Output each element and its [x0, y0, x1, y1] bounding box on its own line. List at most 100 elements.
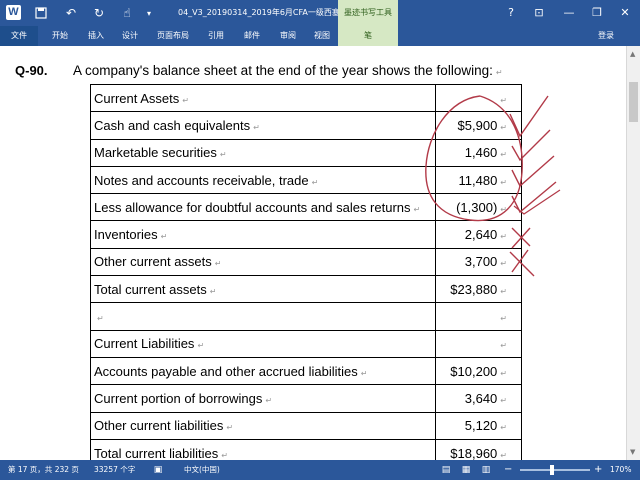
- row-label-text: Cash and cash equivalents: [94, 117, 251, 133]
- row-label-text: Current Assets: [94, 90, 180, 106]
- redo-icon[interactable]: ↻: [90, 4, 108, 22]
- tab-mailings[interactable]: 邮件: [238, 26, 266, 46]
- paragraph-mark: ↵: [209, 286, 217, 296]
- tab-layout[interactable]: 页面布局: [152, 26, 194, 46]
- table-row: Current portion of borrowings ↵ 3,640 ↵: [90, 384, 522, 413]
- proofing-icon[interactable]: ▣: [152, 464, 164, 476]
- read-mode-icon[interactable]: ▤: [440, 464, 452, 476]
- paragraph-mark: ↵: [214, 259, 222, 269]
- minimize-button[interactable]: —: [560, 4, 578, 22]
- row-value-text: (1,300): [456, 199, 498, 215]
- paragraph-mark: ↵: [500, 232, 507, 242]
- row-label-text: Accounts payable and other accrued liabi…: [94, 363, 358, 379]
- row-value-text: $10,200: [450, 363, 498, 379]
- row-value: (1,300) ↵: [435, 193, 522, 222]
- tab-references[interactable]: 引用: [202, 26, 230, 46]
- paragraph-mark: ↵: [182, 95, 189, 105]
- close-button[interactable]: ✕: [616, 4, 634, 22]
- tab-pen[interactable]: 笔: [338, 26, 398, 46]
- table-row: Marketable securities ↵ 1,460 ↵: [90, 138, 522, 167]
- word-count[interactable]: 33257 个字: [94, 460, 135, 480]
- question-text: A company's balance sheet at the end of …: [73, 63, 503, 78]
- tab-insert[interactable]: 插入: [82, 26, 110, 46]
- restore-button[interactable]: ❐: [588, 4, 606, 22]
- sign-in-link[interactable]: 登录: [598, 26, 614, 46]
- zoom-out-button[interactable]: −: [504, 460, 512, 480]
- paragraph-mark: ↵: [253, 122, 260, 132]
- row-label: Current portion of borrowings ↵: [90, 384, 436, 413]
- row-value: ↵: [435, 83, 522, 113]
- ribbon-display-options-button[interactable]: ⊡: [530, 4, 548, 22]
- row-label-text: Total current assets: [94, 281, 207, 297]
- row-label: Marketable securities ↵: [90, 138, 436, 167]
- row-value-text: $18,960: [450, 445, 498, 461]
- paragraph-mark: ↵: [500, 341, 507, 351]
- row-label: Total current assets ↵: [90, 275, 436, 304]
- paragraph-mark: ↵: [500, 150, 507, 160]
- row-value-text: 3,640: [464, 390, 498, 406]
- row-label-text: Inventories: [94, 227, 158, 243]
- tab-file[interactable]: 文件: [0, 26, 38, 46]
- zoom-slider-thumb[interactable]: [549, 465, 554, 475]
- table-row: Cash and cash equivalents ↵ $5,900 ↵: [90, 111, 522, 140]
- row-value-text: 11,480: [458, 172, 498, 188]
- paragraph-mark: ↵: [500, 259, 507, 269]
- scroll-down-icon[interactable]: ▼: [630, 448, 635, 456]
- paragraph-mark: ↵: [495, 68, 503, 77]
- tab-view[interactable]: 视图: [308, 26, 336, 46]
- paragraph-mark: ↵: [500, 314, 507, 324]
- table-row: Total current assets ↵ $23,880 ↵: [90, 275, 522, 304]
- document-area[interactable]: Q-90. A company's balance sheet at the e…: [0, 46, 626, 460]
- help-button[interactable]: ?: [502, 4, 520, 22]
- question-number: Q-90.: [15, 63, 48, 78]
- web-layout-icon[interactable]: ▥: [480, 464, 492, 476]
- scroll-up-icon[interactable]: ▲: [630, 50, 635, 58]
- paragraph-mark: ↵: [311, 177, 319, 187]
- zoom-level[interactable]: 170%: [610, 460, 631, 480]
- paragraph-mark: ↵: [413, 204, 421, 214]
- row-value-text: 3,700: [464, 254, 498, 270]
- title-bar: W ↶ ↻ ☝ ▾ 04_V3_20190314_2019年6月CFA一级西塞视…: [0, 0, 640, 26]
- row-label: Current Assets ↵: [90, 83, 436, 113]
- paragraph-mark: ↵: [500, 177, 507, 187]
- row-value: ↵: [435, 329, 522, 358]
- paragraph-mark: ↵: [500, 423, 507, 433]
- paragraph-mark: ↵: [160, 232, 168, 242]
- paragraph-mark: ↵: [500, 122, 507, 132]
- paragraph-mark: ↵: [197, 341, 205, 351]
- tab-review[interactable]: 审阅: [274, 26, 302, 46]
- table-row: ↵ ↵: [90, 302, 522, 331]
- scrollbar-thumb[interactable]: [629, 82, 638, 122]
- print-layout-icon[interactable]: ▦: [460, 464, 472, 476]
- question-text-content: A company's balance sheet at the end of …: [73, 63, 493, 78]
- customize-toolbar-icon[interactable]: ▾: [140, 4, 158, 22]
- language-indicator[interactable]: 中文(中国): [184, 460, 220, 480]
- table-row: Notes and accounts receivable, trade ↵ 11,…: [90, 165, 522, 195]
- row-label: Other current assets ↵: [90, 247, 436, 277]
- balance-sheet-table: Current Assets ↵ ↵ Cash and cash equivalent…: [90, 83, 522, 461]
- paragraph-mark: ↵: [226, 423, 234, 433]
- page-count[interactable]: 第 17 页，共 232 页: [8, 460, 79, 480]
- save-icon[interactable]: [32, 4, 50, 22]
- undo-icon[interactable]: ↶: [62, 4, 80, 22]
- row-value: 11,480 ↵: [435, 165, 522, 195]
- touch-mode-icon[interactable]: ☝: [118, 4, 136, 22]
- paragraph-mark: ↵: [97, 314, 104, 324]
- paragraph-mark: ↵: [500, 286, 507, 296]
- ribbon-tab-bar: 文件 开始 插入 设计 页面布局 引用 邮件 审阅 视图 笔 登录: [0, 26, 640, 46]
- tab-design[interactable]: 设计: [116, 26, 144, 46]
- tab-home[interactable]: 开始: [46, 26, 74, 46]
- table-row: Current Assets ↵ ↵: [90, 83, 522, 113]
- row-label-text: Total current liabilities: [94, 445, 219, 461]
- row-label: Accounts payable and other accrued liabi…: [90, 356, 436, 386]
- row-label: ↵: [90, 302, 436, 331]
- document-title: 04_V3_20190314_2019年6月CFA一级西塞视...: [178, 8, 356, 17]
- paragraph-mark: ↵: [265, 395, 273, 405]
- row-value: $5,900 ↵: [435, 111, 522, 140]
- table-row: Other current assets ↵ 3,700 ↵: [90, 247, 522, 277]
- paragraph-mark: ↵: [500, 368, 507, 378]
- vertical-scrollbar[interactable]: ▲ ▼: [626, 46, 640, 460]
- zoom-slider[interactable]: [520, 469, 590, 471]
- zoom-in-button[interactable]: +: [594, 460, 602, 480]
- row-label: Notes and accounts receivable, trade ↵: [90, 165, 436, 195]
